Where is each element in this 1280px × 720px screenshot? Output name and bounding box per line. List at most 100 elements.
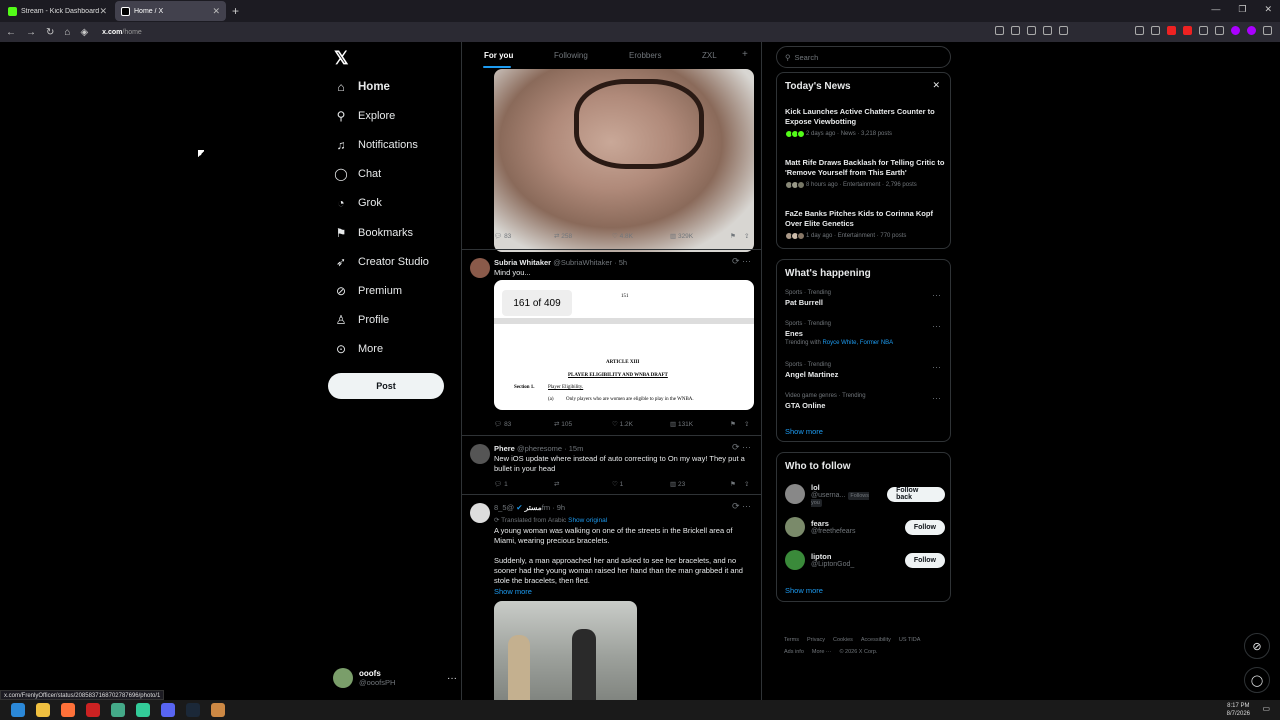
author-name[interactable]: Subria Whitaker xyxy=(494,258,551,267)
views-button[interactable]: ▥ 329K xyxy=(670,232,693,240)
author-name[interactable]: مستر xyxy=(525,503,542,512)
post[interactable]: Phere @pheresome · 15m ⟳ ··· New iOS upd… xyxy=(462,435,761,494)
follow-suggestion[interactable]: fears @freethefears Follow xyxy=(785,516,945,538)
extension-audio-icon[interactable] xyxy=(1215,26,1224,35)
reader-icon[interactable] xyxy=(995,26,1004,35)
repost-button[interactable]: ⇄ 105 xyxy=(554,420,572,428)
share-icon[interactable]: ⇪ xyxy=(744,232,749,240)
repost-button[interactable]: ⇄ xyxy=(554,480,559,488)
browser-tab-kick[interactable]: Stream - Kick Dashboard ✕ xyxy=(2,1,113,21)
nav-item-notifications[interactable]: ♫ Notifications xyxy=(334,138,418,152)
trend-item[interactable]: Sports · Trending Enes Trending with Royce… xyxy=(785,321,945,346)
footer-link[interactable]: Privacy xyxy=(807,637,825,643)
footer-link[interactable]: © 2026 X Corp. xyxy=(839,649,877,655)
new-tab-button[interactable]: + xyxy=(232,4,239,18)
extension-red-icon[interactable] xyxy=(1167,26,1176,35)
firefox-icon[interactable] xyxy=(61,703,75,717)
follow-button[interactable]: Follow xyxy=(904,552,945,568)
app-green-icon[interactable] xyxy=(136,703,150,717)
post-button[interactable]: Post xyxy=(328,373,444,399)
close-tab-icon[interactable]: ✕ xyxy=(99,6,107,17)
nav-item-grok[interactable]: ◔ Grok xyxy=(334,196,381,210)
footer-link[interactable]: Cookies xyxy=(833,637,853,643)
extension-red2-icon[interactable] xyxy=(1183,26,1192,35)
author-handle[interactable]: @SubriaWhitaker · 5h xyxy=(553,258,627,267)
more-dots-icon[interactable]: ··· xyxy=(932,393,941,403)
nav-item-bookmarks[interactable]: ⚑ Bookmarks xyxy=(334,226,413,240)
minimize-icon[interactable]: — xyxy=(1211,4,1220,15)
follow-suggestion[interactable]: lol @userna... Follows you Follow back xyxy=(785,483,945,507)
news-item[interactable]: FaZe Banks Pitches Kids to Corinna Kopf … xyxy=(785,209,945,240)
start-icon[interactable] xyxy=(11,703,25,717)
more-dots-icon[interactable]: ··· xyxy=(447,673,457,684)
reload-icon[interactable]: ↻ xyxy=(46,27,54,38)
nav-item-more[interactable]: ⊙ More xyxy=(334,342,383,356)
author-handle[interactable]: @pheresome · 15m xyxy=(517,444,583,453)
search-input[interactable]: ⚲ Search xyxy=(776,46,951,68)
footer-link[interactable]: Accessibility xyxy=(861,637,891,643)
nav-item-profile[interactable]: ♙ Profile xyxy=(334,313,390,327)
nav-item-chat[interactable]: ◯ Chat xyxy=(334,167,381,181)
follow-button[interactable]: Follow xyxy=(904,519,945,535)
app-icon[interactable] xyxy=(211,703,225,717)
author-name[interactable]: Phere xyxy=(494,444,515,453)
trend-item[interactable]: Sports · Trending Angel Martinez ··· xyxy=(785,362,945,379)
nav-item-home[interactable]: ⌂ Home xyxy=(334,80,390,94)
close-window-icon[interactable]: ✕ xyxy=(1264,4,1272,15)
extension-icon[interactable] xyxy=(1199,26,1208,35)
notification-icon[interactable]: ▭ xyxy=(1262,704,1270,713)
reply-button[interactable]: 💬︎ 83 xyxy=(494,420,511,428)
more-dots-icon[interactable]: ⟳ ··· xyxy=(732,256,751,267)
close-tab-icon[interactable]: ✕ xyxy=(212,6,220,17)
file-explorer-icon[interactable] xyxy=(36,703,50,717)
footer-link[interactable]: More ··· xyxy=(812,649,832,655)
add-tab-button[interactable]: + xyxy=(742,49,748,60)
repost-button[interactable]: ⇄ 258 xyxy=(554,232,572,240)
show-more-link[interactable]: Show more xyxy=(494,587,532,596)
more-dots-icon[interactable]: ··· xyxy=(932,290,941,300)
post[interactable]: مستر ✔ @5_8fm · 9h ⟳ ··· ⟳ Translated fr… xyxy=(462,494,761,700)
tab-following[interactable]: Following xyxy=(554,51,588,60)
clock[interactable]: 8:17 PM 8/7/2026 xyxy=(1227,702,1250,718)
show-more-link[interactable]: Show more xyxy=(785,586,823,595)
address-bar[interactable]: x.com/home xyxy=(102,29,142,36)
views-button[interactable]: ▥ 131K xyxy=(670,420,693,428)
trend-links[interactable]: Royce White, Former NBA xyxy=(822,340,893,346)
footer-link[interactable]: Ads info xyxy=(784,649,804,655)
follow-suggestion[interactable]: lipton @LiptonGod_ Follow xyxy=(785,549,945,571)
account-switcher[interactable]: ooofs @ooofsPH ··· xyxy=(333,667,457,689)
nav-item-explore[interactable]: ⚲ Explore xyxy=(334,109,396,123)
tab-for-you[interactable]: For you xyxy=(484,51,513,60)
show-more-link[interactable]: Show more xyxy=(785,427,823,436)
like-button[interactable]: ♡ 4.8K xyxy=(612,232,633,240)
bookmark-icon[interactable]: ⚑ xyxy=(730,420,736,428)
account-icon[interactable] xyxy=(1135,26,1144,35)
post-image[interactable] xyxy=(494,601,637,700)
news-item[interactable]: Matt Rife Draws Backlash for Telling Cri… xyxy=(785,158,945,189)
footer-link[interactable]: US TIDA xyxy=(899,637,921,643)
menu-icon[interactable] xyxy=(1263,26,1272,35)
back-icon[interactable]: ← xyxy=(6,27,16,38)
pip-icon[interactable] xyxy=(1027,26,1036,35)
star-icon[interactable] xyxy=(1059,26,1068,35)
reply-button[interactable]: 💬︎ 83 xyxy=(494,232,511,240)
trend-item[interactable]: Sports · Trending Pat Burrell ··· xyxy=(785,290,945,307)
more-dots-icon[interactable]: ··· xyxy=(932,362,941,372)
discord-icon[interactable] xyxy=(161,703,175,717)
steam-icon[interactable] xyxy=(186,703,200,717)
bookmark-icon[interactable]: ⚑ xyxy=(730,480,736,488)
views-button[interactable]: ▥ 23 xyxy=(670,480,685,488)
trend-item[interactable]: Video game genres · Trending GTA Online ··… xyxy=(785,393,945,410)
home-browser-icon[interactable]: ⌂ xyxy=(64,27,70,38)
nav-item-premium[interactable]: ⊘ Premium xyxy=(334,284,402,298)
extension-purple-icon[interactable] xyxy=(1231,26,1240,35)
share-icon[interactable]: ⇪ xyxy=(744,480,749,488)
extensions-icon[interactable] xyxy=(1151,26,1160,35)
follow-button[interactable]: Follow back xyxy=(887,486,945,502)
document-image[interactable]: 161 of 409 151 ARTICLE XIII PLAYER ELIGI… xyxy=(494,280,754,410)
post[interactable]: Subria Whitaker @SubriaWhitaker · 5h ⟳ ·… xyxy=(462,249,761,434)
maximize-icon[interactable]: ❐ xyxy=(1238,4,1246,15)
translate-icon[interactable] xyxy=(1043,26,1052,35)
close-icon[interactable]: ✕ xyxy=(932,80,940,91)
more-dots-icon[interactable]: ⟳ ··· xyxy=(732,442,751,453)
